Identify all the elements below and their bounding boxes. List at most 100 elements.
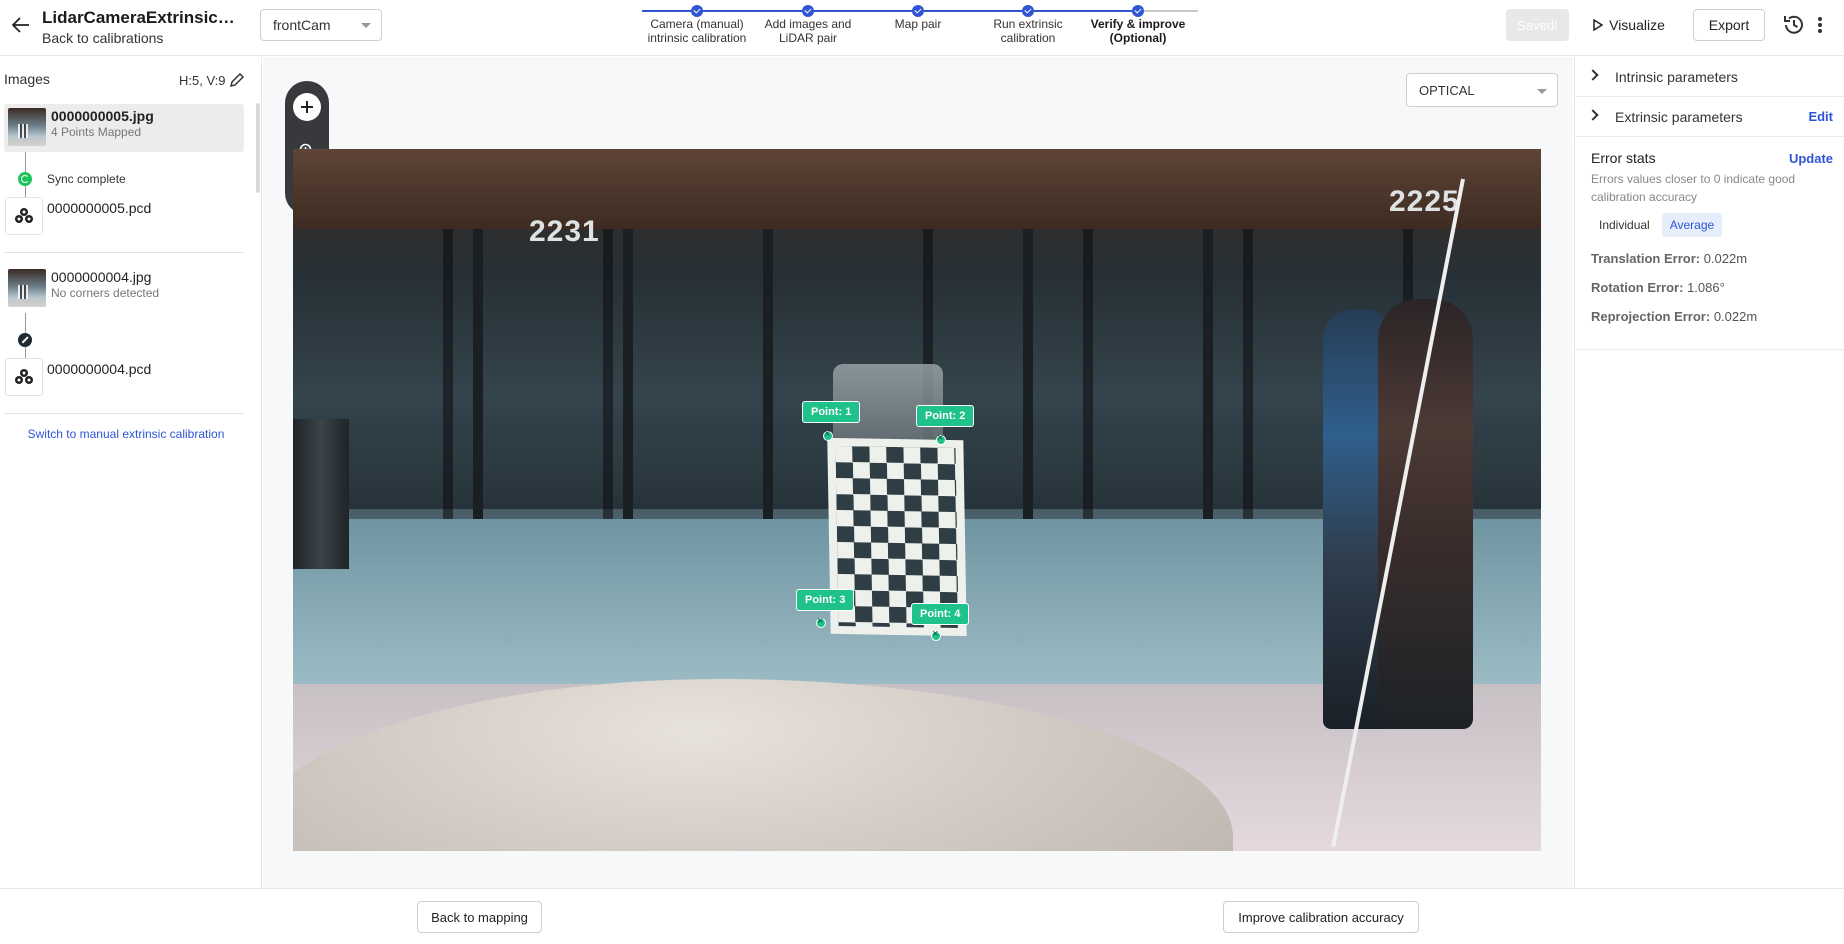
image-region	[1203, 229, 1213, 519]
error-stats-section: Error stats Update Errors values closer …	[1575, 137, 1844, 350]
camera-image[interactable]: 2231 2225 Point: 1 Point: 2 Point: 3 Poi…	[293, 149, 1541, 851]
back-to-mapping-button[interactable]: Back to mapping	[417, 901, 542, 933]
step-4-check-icon	[1022, 5, 1034, 17]
play-icon	[1593, 19, 1604, 31]
add-point-button[interactable]	[293, 93, 321, 121]
point-marker-2[interactable]	[936, 432, 946, 445]
export-button[interactable]: Export	[1693, 9, 1765, 41]
rotation-error: Rotation Error: 1.086°	[1591, 280, 1725, 295]
point-label-2[interactable]: Point: 2	[916, 405, 975, 427]
divider	[4, 413, 244, 414]
image-name: 0000000004.jpg	[51, 269, 152, 285]
tab-individual[interactable]: Individual	[1591, 213, 1658, 237]
point-cloud-icon[interactable]	[5, 197, 43, 235]
metric-name: Translation Error:	[1591, 251, 1701, 266]
step-3-check-icon	[912, 5, 924, 17]
images-header: Images	[4, 71, 50, 87]
top-header: LidarCameraExtrinsicDe... Back to calibr…	[0, 0, 1844, 56]
page-title: LidarCameraExtrinsicDe...	[42, 8, 242, 27]
switch-manual-link[interactable]: Switch to manual extrinsic calibration	[0, 427, 252, 441]
step-5-label[interactable]: Verify & improve (Optional)	[1078, 17, 1198, 45]
image-region	[1323, 299, 1493, 749]
calibration-app: LidarCameraExtrinsicDe... Back to calibr…	[0, 0, 1844, 944]
image-thumbnail	[8, 108, 46, 146]
visualize-label: Visualize	[1609, 17, 1665, 33]
step-5-check-icon	[1132, 5, 1144, 17]
step-1-check-icon	[691, 5, 703, 17]
intrinsic-parameters-label: Intrinsic parameters	[1615, 69, 1738, 85]
translation-error: Translation Error: 0.022m	[1591, 251, 1747, 266]
metric-value: 1.086°	[1687, 280, 1725, 295]
title-block: LidarCameraExtrinsicDe... Back to calibr…	[42, 8, 242, 46]
point-marker-1[interactable]	[823, 428, 833, 441]
visualize-button[interactable]: Visualize	[1585, 9, 1673, 41]
extrinsic-parameters-label: Extrinsic parameters	[1615, 109, 1743, 125]
step-4-label[interactable]: Run extrinsic calibration	[968, 17, 1088, 45]
reprojection-error: Reprojection Error: 0.022m	[1591, 309, 1757, 324]
chevron-right-icon	[1587, 69, 1599, 81]
stepper-line-remaining	[1140, 10, 1198, 12]
image-item-2[interactable]: 0000000004.jpg No corners detected	[4, 265, 244, 313]
point-marker-4[interactable]	[931, 628, 941, 641]
chevron-right-icon	[1587, 109, 1599, 121]
image-status: No corners detected	[51, 286, 160, 300]
point-marker-3[interactable]	[816, 615, 826, 628]
building-number: 2225	[1389, 185, 1460, 218]
image-name: 0000000005.jpg	[51, 108, 154, 124]
extrinsic-parameters-accordion[interactable]: Extrinsic parameters Edit	[1575, 97, 1844, 137]
more-options-icon[interactable]	[1812, 14, 1828, 36]
view-mode-value: OPTICAL	[1419, 82, 1475, 98]
history-icon[interactable]	[1782, 13, 1806, 37]
back-arrow-icon[interactable]	[6, 12, 36, 38]
sidebar-scrollbar[interactable]	[256, 103, 260, 193]
step-2-check-icon	[802, 5, 814, 17]
tab-average[interactable]: Average	[1661, 213, 1723, 237]
metric-value: 0.022m	[1713, 309, 1758, 324]
footer-bar: Back to mapping Improve calibration accu…	[0, 888, 1844, 944]
camera-select[interactable]: frontCam	[260, 9, 382, 41]
image-region	[293, 149, 1541, 229]
point-label-3[interactable]: Point: 3	[796, 589, 855, 611]
image-region	[1023, 229, 1033, 519]
image-thumbnail	[8, 269, 46, 307]
metric-name: Reprojection Error:	[1591, 309, 1711, 324]
image-region	[623, 229, 633, 519]
point-label-1[interactable]: Point: 1	[802, 401, 861, 423]
camera-select-value: frontCam	[273, 17, 331, 33]
pcd-name[interactable]: 0000000004.pcd	[47, 361, 151, 377]
plus-icon	[301, 101, 313, 113]
image-region	[293, 419, 349, 569]
error-stats-title: Error stats	[1591, 150, 1656, 166]
pcd-name[interactable]: 0000000005.pcd	[47, 200, 151, 216]
view-mode-select[interactable]: OPTICAL	[1406, 73, 1558, 107]
step-3-label[interactable]: Map pair	[858, 17, 978, 31]
point-label-4[interactable]: Point: 4	[911, 603, 970, 625]
improve-accuracy-button[interactable]: Improve calibration accuracy	[1223, 901, 1419, 933]
saved-button[interactable]: Saved!	[1506, 9, 1569, 41]
image-item-1[interactable]: 0000000005.jpg 4 Points Mapped	[4, 104, 244, 152]
image-status: 4 Points Mapped	[51, 125, 142, 139]
building-number: 2231	[529, 215, 600, 248]
link-line	[25, 152, 26, 172]
progress-stepper: Camera (manual) intrinsic calibration Ad…	[640, 0, 1200, 56]
divider	[4, 252, 244, 253]
step-2-label[interactable]: Add images and LiDAR pair	[748, 17, 868, 45]
point-cloud-icon[interactable]	[5, 358, 43, 396]
back-to-calibrations-link[interactable]: Back to calibrations	[42, 30, 242, 46]
update-button[interactable]: Update	[1789, 151, 1833, 166]
metric-value: 0.022m	[1703, 251, 1748, 266]
error-description: Errors values closer to 0 indicate good …	[1591, 172, 1796, 204]
chevron-down-icon	[1537, 89, 1547, 94]
metric-name: Rotation Error:	[1591, 280, 1684, 295]
sync-unavailable-icon	[18, 333, 32, 347]
images-sidebar: Images H:5, V:9 0000000005.jpg 4 Points …	[0, 57, 262, 888]
intrinsic-parameters-accordion[interactable]: Intrinsic parameters	[1575, 57, 1844, 97]
step-1-label[interactable]: Camera (manual) intrinsic calibration	[637, 17, 757, 45]
sync-complete-icon	[18, 172, 32, 186]
pencil-icon[interactable]	[229, 72, 245, 88]
image-region	[473, 229, 483, 519]
edit-extrinsic-button[interactable]: Edit	[1808, 109, 1833, 124]
image-canvas[interactable]: OPTICAL 2231 2225 Point: 1 Point: 2	[263, 57, 1573, 888]
sync-status: Sync complete	[47, 172, 126, 186]
image-region	[763, 229, 773, 519]
